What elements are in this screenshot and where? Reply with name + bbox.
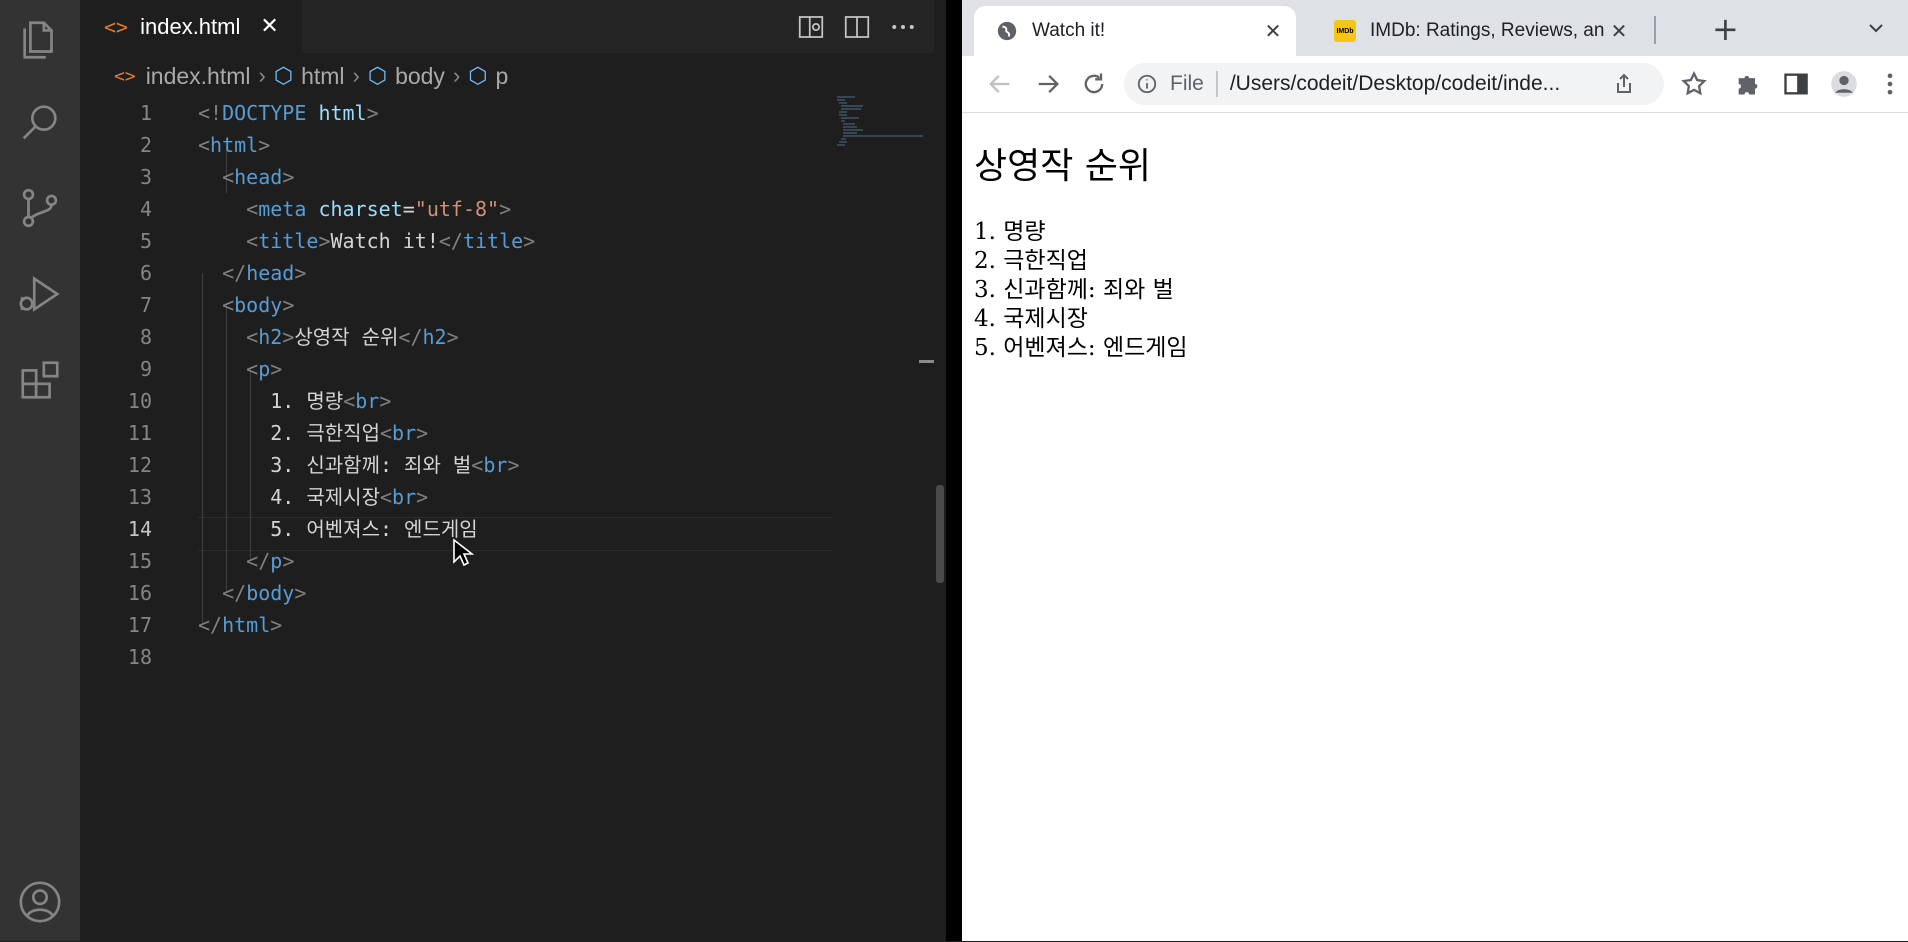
address-bar[interactable]: File /Users/codeit/Desktop/codeit/inde..… xyxy=(1124,63,1664,105)
code-line: 4 <meta charset="utf-8"> xyxy=(139,197,512,221)
profile-avatar-icon[interactable] xyxy=(1830,70,1858,98)
code-line: 17 </html> xyxy=(127,613,283,637)
open-preview-icon[interactable] xyxy=(796,12,826,42)
page-heading: 상영작 순위 xyxy=(974,146,1152,187)
code-line: 13 4. 국제시장<br> xyxy=(127,485,429,509)
url-text[interactable]: /Users/codeit/Desktop/codeit/inde... xyxy=(1230,72,1590,96)
browser-window: Watch it! ✕ IMDb IMDb: Ratings, Reviews,… xyxy=(962,0,1908,941)
extensions-puzzle-icon[interactable] xyxy=(1734,70,1762,98)
code-line: 7 <body> xyxy=(139,293,295,317)
tab-label: index.html xyxy=(140,13,241,39)
browser-tab[interactable]: IMDb IMDb: Ratings, Reviews, and Where t… xyxy=(1312,6,1642,56)
url-scheme: File xyxy=(1170,72,1204,95)
minimap[interactable] xyxy=(835,95,925,155)
mouse-cursor-icon xyxy=(453,538,474,567)
browser-toolbar: File /Users/codeit/Desktop/codeit/inde..… xyxy=(962,56,1908,113)
split-editor-icon[interactable] xyxy=(842,12,872,42)
web-page-content: 상영작 순위 1. 명량 2. 극한직업 3. 신과함께: 죄와 벌 4. 국제… xyxy=(962,112,1908,941)
source-control-icon[interactable] xyxy=(0,168,80,248)
chevron-right-icon: › xyxy=(352,63,360,88)
menu-kebab-icon[interactable] xyxy=(1876,70,1904,98)
chevron-down-icon[interactable] xyxy=(1864,16,1888,44)
html-file-icon: <> xyxy=(104,14,129,39)
account-icon[interactable] xyxy=(0,862,80,942)
html-file-icon: <> xyxy=(114,65,136,87)
breadcrumb-p[interactable]: ⬡ p xyxy=(468,63,508,90)
code-line: 11 2. 극한직업<br> xyxy=(127,421,429,445)
side-panel-icon[interactable] xyxy=(1782,70,1810,98)
window-divider xyxy=(946,0,962,941)
info-icon[interactable] xyxy=(1136,73,1158,95)
scrollbar-thumb[interactable] xyxy=(936,485,944,583)
code-line: 9 <p> xyxy=(139,357,283,381)
activity-bar xyxy=(0,0,80,941)
chevron-right-icon: › xyxy=(258,63,266,88)
element-icon: ⬡ xyxy=(367,63,388,88)
code-editor: <> index.html ✕ <> index.html › ⬡ html ›… xyxy=(80,0,946,941)
more-actions-icon[interactable] xyxy=(888,12,918,42)
code-line: 12 3. 신과함께: 죄와 벌<br> xyxy=(127,453,520,477)
close-icon[interactable]: ✕ xyxy=(1258,19,1288,44)
breadcrumb-html[interactable]: ⬡ html xyxy=(274,63,345,90)
code-line: 3 <head> xyxy=(139,165,295,189)
code-line: 2 <html> xyxy=(139,133,271,157)
tab-title: Watch it! xyxy=(1032,20,1106,41)
list-item: 5. 어벤져스: 엔드게임 xyxy=(974,335,1188,361)
bookmark-star-icon[interactable] xyxy=(1680,70,1708,98)
code-line: 5 <title>Watch it!</title> xyxy=(139,229,536,253)
code-line: 1 <!DOCTYPE html> xyxy=(139,101,379,125)
url-separator xyxy=(1215,71,1218,97)
element-icon: ⬡ xyxy=(468,63,488,88)
element-icon: ⬡ xyxy=(273,63,294,88)
code-line: 16 </body> xyxy=(127,581,307,605)
breadcrumb-file[interactable]: <> index.html xyxy=(114,63,251,90)
search-icon[interactable] xyxy=(0,82,80,162)
code-line: 8 <h2>상영작 순위</h2> xyxy=(139,325,459,349)
imdb-icon: IMDb xyxy=(1334,20,1356,42)
breadcrumb-body[interactable]: ⬡ body xyxy=(368,63,445,90)
tab-index-html[interactable]: <> index.html ✕ xyxy=(80,0,302,53)
forward-icon[interactable] xyxy=(1034,70,1062,98)
code-line: 6 </head> xyxy=(139,261,307,285)
extensions-icon[interactable] xyxy=(0,340,80,420)
browser-tab-active[interactable]: Watch it! ✕ xyxy=(974,6,1296,56)
share-icon[interactable] xyxy=(1612,72,1636,102)
chevron-right-icon: › xyxy=(452,63,461,88)
editor-tab-bar: <> index.html ✕ xyxy=(80,0,946,53)
close-icon[interactable]: ✕ xyxy=(260,14,278,39)
breadcrumb: <> index.html › ⬡ html › ⬡ body › ⬡ p xyxy=(80,53,946,99)
files-icon[interactable] xyxy=(0,0,80,80)
globe-icon xyxy=(996,20,1018,42)
new-tab-button[interactable]: + xyxy=(1712,10,1739,48)
tab-title: IMDb: Ratings, Reviews, and Where to Wat… xyxy=(1370,20,1604,41)
close-icon[interactable]: ✕ xyxy=(1604,19,1634,44)
back-icon[interactable] xyxy=(986,70,1014,98)
run-debug-icon[interactable] xyxy=(0,254,80,334)
tab-separator xyxy=(1654,16,1656,44)
reload-icon[interactable] xyxy=(1080,70,1108,98)
code-line: 10 1. 명량<br> xyxy=(127,389,392,413)
code-line: 18 xyxy=(127,645,152,669)
editor-scrollbar[interactable] xyxy=(934,0,946,941)
browser-tab-strip: Watch it! ✕ IMDb IMDb: Ratings, Reviews,… xyxy=(962,0,1908,56)
